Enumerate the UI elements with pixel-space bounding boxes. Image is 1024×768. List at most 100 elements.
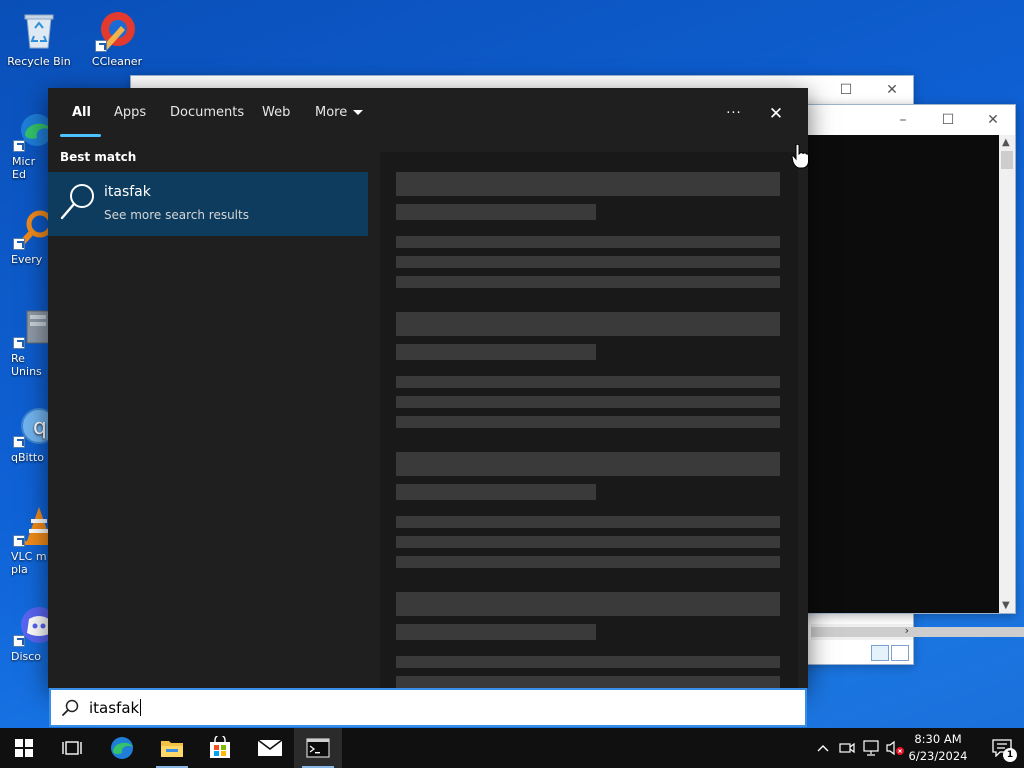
shortcut-arrow-icon xyxy=(13,535,25,547)
tab-more[interactable]: More xyxy=(315,105,364,120)
show-hidden-icons-button[interactable] xyxy=(812,736,834,760)
loading-placeholder xyxy=(396,396,780,408)
tab-documents[interactable]: Documents xyxy=(170,105,244,120)
desktop-icon-label: CCleaner xyxy=(91,55,143,68)
chevron-down-icon xyxy=(353,110,364,115)
view-mode-buttons xyxy=(871,645,909,661)
close-search-button[interactable]: ✕ xyxy=(761,101,791,127)
vertical-scrollbar[interactable]: ▲ ▼ xyxy=(999,135,1015,613)
best-match-heading: Best match xyxy=(60,150,137,164)
loading-placeholder xyxy=(396,416,780,428)
search-tabs: All Apps Documents Web More ··· ✕ xyxy=(48,88,808,140)
loading-placeholder xyxy=(396,376,780,388)
microsoft-store-icon xyxy=(210,736,230,758)
terminal-icon xyxy=(306,738,330,758)
shortcut-arrow-icon xyxy=(13,140,25,152)
hand-pointer-icon xyxy=(791,143,809,169)
loading-placeholder xyxy=(396,484,596,500)
edge-taskbar-button[interactable] xyxy=(98,728,146,768)
loading-placeholder xyxy=(396,204,596,220)
search-input-box[interactable]: itasfak xyxy=(49,688,807,727)
loading-placeholder xyxy=(396,656,780,668)
minimize-button[interactable]: – xyxy=(881,108,925,132)
notification-count-badge: 1 xyxy=(1003,748,1017,762)
clock-time: 8:30 AM xyxy=(914,732,962,746)
large-icons-view-button[interactable] xyxy=(891,645,909,661)
details-view-button[interactable] xyxy=(871,645,889,661)
desktop-icon-ccleaner[interactable]: CCleaner xyxy=(79,8,155,68)
shortcut-arrow-icon xyxy=(13,436,25,448)
clock-date: 6/23/2024 xyxy=(908,749,968,763)
edge-icon xyxy=(111,737,133,759)
ccleaner-icon xyxy=(95,8,139,52)
file-explorer-taskbar-button[interactable] xyxy=(148,728,196,768)
start-button[interactable] xyxy=(0,728,48,768)
console-output[interactable] xyxy=(781,135,999,613)
task-view-button[interactable] xyxy=(48,728,96,768)
task-view-icon xyxy=(62,741,82,755)
loading-placeholder xyxy=(396,556,780,568)
store-taskbar-button[interactable] xyxy=(196,728,244,768)
loading-placeholder xyxy=(396,276,780,288)
file-explorer-icon xyxy=(161,741,183,757)
scroll-down-icon[interactable]: ▼ xyxy=(1002,600,1010,611)
text-cursor xyxy=(140,699,142,716)
search-icon xyxy=(62,699,79,716)
maximize-button[interactable]: ☐ xyxy=(926,108,970,132)
best-match-title: itasfak xyxy=(104,184,151,200)
meet-now-button[interactable] xyxy=(836,736,858,760)
taskbar: 8:30 AM 6/23/2024 1 xyxy=(0,728,1024,768)
network-icon xyxy=(863,740,879,756)
active-tab-indicator xyxy=(60,134,101,137)
shortcut-arrow-icon xyxy=(13,635,25,647)
desktop-icon-label: Recycle Bin xyxy=(7,55,71,68)
results-list: Best match itasfak See more search resul… xyxy=(48,140,380,688)
terminal-taskbar-button[interactable] xyxy=(294,728,342,768)
svg-text:q: q xyxy=(33,415,47,440)
tab-more-label: More xyxy=(315,105,348,120)
loading-placeholder xyxy=(396,236,780,248)
shortcut-arrow-icon xyxy=(13,238,25,250)
shortcut-arrow-icon xyxy=(13,337,25,349)
search-icon xyxy=(60,184,94,220)
search-input[interactable]: itasfak xyxy=(89,699,142,717)
horizontal-scrollbar[interactable]: › xyxy=(811,624,1024,640)
loading-placeholder xyxy=(396,452,780,476)
scrollbar-thumb[interactable] xyxy=(811,627,1024,637)
background-console-window[interactable]: – ☐ ✕ ▲ ▼ xyxy=(780,104,1016,614)
best-match-subtitle: See more search results xyxy=(104,208,249,222)
loading-placeholder xyxy=(396,624,596,640)
search-flyout: All Apps Documents Web More ··· ✕ Best m… xyxy=(48,88,808,688)
tab-apps[interactable]: Apps xyxy=(114,105,146,120)
shortcut-arrow-icon xyxy=(95,40,107,52)
desktop-icon-recycle-bin[interactable]: Recycle Bin xyxy=(1,8,77,68)
taskbar-clock[interactable]: 8:30 AM 6/23/2024 xyxy=(900,731,976,765)
loading-placeholder xyxy=(396,516,780,528)
camera-icon xyxy=(839,742,855,754)
recycle-bin-icon xyxy=(17,8,61,52)
best-match-result[interactable]: itasfak See more search results xyxy=(48,172,368,236)
loading-placeholder xyxy=(396,256,780,268)
close-button[interactable]: ✕ xyxy=(971,108,1015,132)
loading-placeholder xyxy=(396,344,596,360)
loading-placeholder xyxy=(396,536,780,548)
close-button[interactable]: ✕ xyxy=(869,78,915,102)
preview-pane-loading xyxy=(380,152,798,688)
chevron-up-icon xyxy=(817,745,829,752)
mail-icon xyxy=(257,739,283,756)
maximize-button[interactable]: ☐ xyxy=(823,78,869,102)
mail-taskbar-button[interactable] xyxy=(246,728,294,768)
tab-web[interactable]: Web xyxy=(262,105,290,120)
scrollbar-thumb[interactable] xyxy=(1001,151,1013,169)
window-titlebar[interactable]: – ☐ ✕ xyxy=(781,105,1015,135)
loading-placeholder xyxy=(396,172,780,196)
loading-placeholder xyxy=(396,312,780,336)
scroll-right-icon[interactable]: › xyxy=(905,624,909,637)
tab-all[interactable]: All xyxy=(72,105,91,120)
more-options-button[interactable]: ··· xyxy=(719,101,749,127)
network-status-button[interactable] xyxy=(860,736,882,760)
scroll-up-icon[interactable]: ▲ xyxy=(1002,137,1010,148)
windows-logo-icon xyxy=(15,739,33,757)
loading-placeholder xyxy=(396,592,780,616)
action-center-button[interactable]: 1 xyxy=(980,728,1024,768)
